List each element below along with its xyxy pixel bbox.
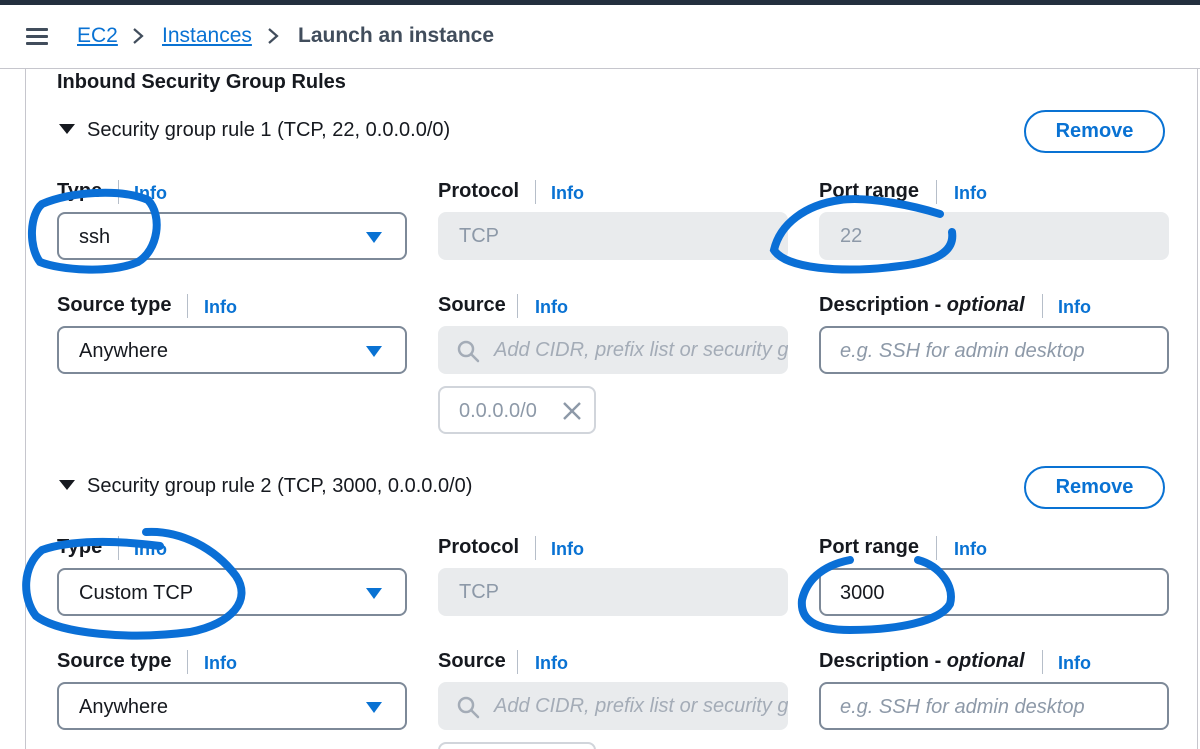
rule-1-protocol-field: TCP — [438, 212, 788, 260]
rule-1-type-label: Type — [57, 180, 103, 202]
rule-1-source-placeholder: Add CIDR, prefix list or security group — [494, 339, 788, 361]
rule-2-remove-button[interactable]: Remove — [1024, 466, 1165, 509]
rule-2-type-value: Custom TCP — [79, 582, 194, 604]
rule-1-protocol-info-link[interactable]: Info — [551, 183, 584, 204]
rule-2-type-select[interactable]: Custom TCP — [57, 568, 407, 616]
rule-2-source-type-select[interactable]: Anywhere — [57, 682, 407, 730]
rule-2-port-range-value: 3000 — [840, 582, 885, 604]
rule-1-description-info-link[interactable]: Info — [1058, 297, 1091, 318]
divider — [535, 180, 536, 204]
rule-1-type-select[interactable]: ssh — [57, 212, 407, 260]
rule-1-description-label: Description - optional — [819, 294, 1025, 316]
rule-1-type-info-link[interactable]: Info — [134, 183, 167, 204]
rule-1-protocol-label: Protocol — [438, 180, 520, 202]
chevron-right-icon — [133, 28, 144, 44]
rule-2-port-range-label: Port range — [819, 536, 920, 558]
rule-1-port-range-value: 22 — [840, 225, 863, 247]
divider — [517, 650, 518, 674]
rule-1-remove-button[interactable]: Remove — [1024, 110, 1165, 153]
panel-left-border — [25, 69, 26, 749]
expand-triangle-icon — [59, 480, 75, 490]
rule-1-source-token: 0.0.0.0/0 — [438, 386, 596, 434]
rule-2-description-placeholder: e.g. SSH for admin desktop — [840, 696, 1085, 718]
rule-2-type-info-link[interactable]: Info — [134, 539, 167, 560]
main-content: Inbound Security Group Rules Security gr… — [0, 69, 1200, 749]
rule-1-source-token-value: 0.0.0.0/0 — [459, 400, 537, 422]
rule-2-protocol-info-link[interactable]: Info — [551, 539, 584, 560]
rule-2-source-type-label: Source type — [57, 650, 172, 672]
search-icon — [457, 696, 480, 719]
rule-1-protocol-value: TCP — [459, 225, 499, 247]
divider — [118, 536, 119, 560]
breadcrumb-instances-link[interactable]: Instances — [162, 24, 252, 48]
rule-1-description-placeholder: e.g. SSH for admin desktop — [840, 340, 1085, 362]
rule-2-protocol-label: Protocol — [438, 536, 520, 558]
rule-1-source-search-input[interactable]: Add CIDR, prefix list or security group — [438, 326, 788, 374]
rule-1-port-range-field: 22 — [819, 212, 1169, 260]
rule-2-header: Security group rule 2 (TCP, 3000, 0.0.0.… — [87, 475, 473, 497]
divider — [187, 650, 188, 674]
divider — [187, 294, 188, 318]
caret-down-icon — [366, 588, 382, 599]
rule-1-source-type-info-link[interactable]: Info — [204, 297, 237, 318]
rule-2-source-token-partial — [438, 742, 596, 749]
divider — [1042, 650, 1043, 674]
rule-1-source-type-select[interactable]: Anywhere — [57, 326, 407, 374]
rule-2-source-placeholder: Add CIDR, prefix list or security group — [494, 695, 788, 717]
rule-2-description-input[interactable]: e.g. SSH for admin desktop — [819, 682, 1169, 730]
rule-1-header: Security group rule 1 (TCP, 22, 0.0.0.0/… — [87, 119, 451, 141]
rule-2-protocol-field: TCP — [438, 568, 788, 616]
rule-1-source-label: Source — [438, 294, 506, 316]
close-icon[interactable] — [561, 400, 583, 422]
rule-2-source-type-value: Anywhere — [79, 696, 168, 718]
rule-1-type-value: ssh — [79, 226, 111, 248]
divider — [1042, 294, 1043, 318]
rule-1-port-range-info-link[interactable]: Info — [954, 183, 987, 204]
rule-2-type-label: Type — [57, 536, 103, 558]
rule-2-source-label: Source — [438, 650, 506, 672]
rule-2-source-type-info-link[interactable]: Info — [204, 653, 237, 674]
divider — [535, 536, 536, 560]
divider — [936, 180, 937, 204]
menu-icon[interactable] — [26, 28, 48, 46]
rule-1-source-type-value: Anywhere — [79, 340, 168, 362]
chevron-right-icon — [268, 28, 279, 44]
rule-2-port-range-input[interactable]: 3000 — [819, 568, 1169, 616]
expand-triangle-icon — [59, 124, 75, 134]
rule-1-port-range-label: Port range — [819, 180, 920, 202]
divider — [517, 294, 518, 318]
divider — [118, 180, 119, 204]
rule-2-protocol-value: TCP — [459, 581, 499, 603]
rule-2-description-info-link[interactable]: Info — [1058, 653, 1091, 674]
rule-1-source-info-link[interactable]: Info — [535, 297, 568, 318]
caret-down-icon — [366, 346, 382, 357]
rule-1-source-type-label: Source type — [57, 294, 172, 316]
divider — [936, 536, 937, 560]
rule-1-description-input[interactable]: e.g. SSH for admin desktop — [819, 326, 1169, 374]
rule-2-source-search-input[interactable]: Add CIDR, prefix list or security group — [438, 682, 788, 730]
rule-2-description-label: Description - optional — [819, 650, 1025, 672]
breadcrumb-bar: EC2 Instances Launch an instance — [0, 5, 1200, 69]
rule-2-source-info-link[interactable]: Info — [535, 653, 568, 674]
search-icon — [457, 340, 480, 363]
section-title: Inbound Security Group Rules — [57, 71, 346, 93]
caret-down-icon — [366, 702, 382, 713]
caret-down-icon — [366, 232, 382, 243]
scrollbar-track[interactable] — [1197, 69, 1198, 749]
rule-2-port-range-info-link[interactable]: Info — [954, 539, 987, 560]
breadcrumb-ec2-link[interactable]: EC2 — [77, 24, 118, 48]
breadcrumb-current-page: Launch an instance — [298, 24, 495, 47]
